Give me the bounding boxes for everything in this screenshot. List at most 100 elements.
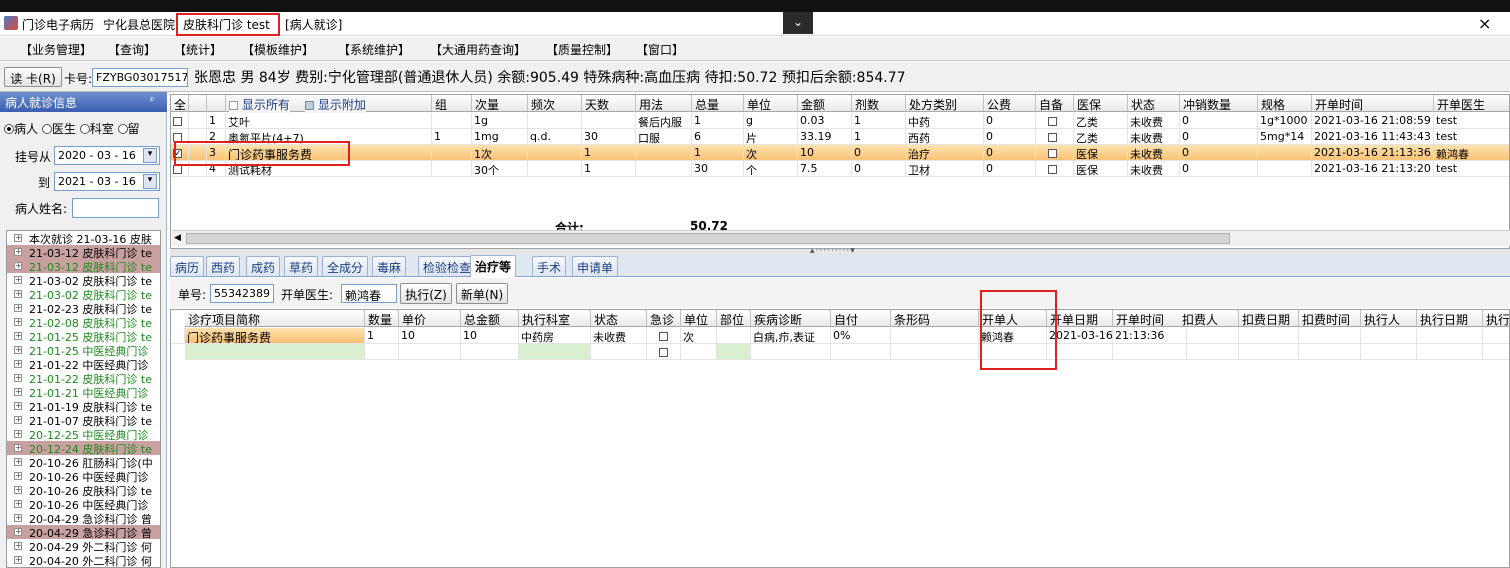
expand-icon[interactable]: + <box>14 416 22 424</box>
tab-request[interactable]: 申请单 <box>572 256 619 276</box>
visit-tree-item[interactable]: +20-10-26 皮肤科门诊 te <box>7 483 160 497</box>
treatment-new-cell[interactable] <box>1047 344 1113 360</box>
col-unit-price[interactable]: 单价 <box>399 310 461 327</box>
execute-button[interactable]: 执行(Z) <box>400 283 452 304</box>
dropdown-button[interactable]: ⌄ <box>783 12 813 34</box>
expand-icon[interactable]: + <box>14 486 22 494</box>
radio-stay[interactable]: 留 <box>117 122 140 136</box>
expand-icon[interactable]: + <box>14 514 22 522</box>
col-usage[interactable]: 用法 <box>636 95 692 112</box>
row-select-checkbox[interactable] <box>171 113 189 129</box>
treatment-new-cell[interactable] <box>461 344 519 360</box>
visit-tree-item[interactable]: +21-03-02 皮肤科门诊 te <box>7 287 160 301</box>
tab-herbal[interactable]: 草药 <box>284 256 319 276</box>
close-icon[interactable]: × <box>1478 14 1491 33</box>
treatment-new-cell[interactable] <box>1113 344 1187 360</box>
expand-icon[interactable]: + <box>14 276 22 284</box>
col-total-qty[interactable]: 总量 <box>692 95 744 112</box>
expand-icon[interactable]: + <box>14 248 22 256</box>
visit-tree-item[interactable]: +20-12-25 中医经典门诊 <box>7 427 160 441</box>
expand-icon[interactable]: + <box>14 430 22 438</box>
visit-tree-item[interactable]: +20-10-26 中医经典门诊 <box>7 497 160 511</box>
prescription-row[interactable]: 2 奥氮平片(4+7) 1 1mg q.d. 30 口服 6 片 33.19 1 西药 0 乙类 未收费 0 5… <box>171 129 1509 145</box>
radio-patient[interactable]: 病人 <box>4 122 38 136</box>
self-provided-checkbox[interactable] <box>1036 161 1074 177</box>
col-public-fee[interactable]: 公费 <box>984 95 1036 112</box>
treatment-new-cell[interactable] <box>519 344 591 360</box>
radio-dept[interactable]: 科室 <box>79 122 114 136</box>
expand-icon[interactable]: + <box>14 360 22 368</box>
expand-icon[interactable]: + <box>14 444 22 452</box>
treatment-new-cell[interactable] <box>1361 344 1417 360</box>
visit-tree-item[interactable]: +20-12-24 皮肤科门诊 te <box>7 441 160 455</box>
expand-icon[interactable]: + <box>14 234 22 242</box>
visit-tree-item[interactable]: +21-01-21 中医经典门诊 <box>7 385 160 399</box>
expand-icon[interactable]: + <box>14 388 22 396</box>
visit-tree-item[interactable]: +20-04-29 急诊科门诊 曾 <box>7 525 160 539</box>
col-order-time[interactable]: 开单时间 <box>1312 95 1434 112</box>
col-charge-person[interactable]: 扣费人 <box>1179 310 1239 327</box>
visit-tree-item[interactable]: +21-01-07 皮肤科门诊 te <box>7 413 160 427</box>
col-self-provided[interactable]: 自备 <box>1036 95 1074 112</box>
col-insurance[interactable]: 医保 <box>1074 95 1128 112</box>
treatment-new-cell[interactable] <box>891 344 979 360</box>
visit-tree-item[interactable]: +21-02-23 皮肤科门诊 te <box>7 301 160 315</box>
visit-tree-item[interactable]: +21-01-25 皮肤科门诊 te <box>7 329 160 343</box>
tab-medical-record[interactable]: 病历 <box>170 256 205 276</box>
col-select-all[interactable]: 全 <box>171 95 189 112</box>
col-spec[interactable]: 规格 <box>1258 95 1312 112</box>
col-amount[interactable]: 金额 <box>798 95 852 112</box>
urgent-checkbox[interactable] <box>647 328 681 344</box>
col-diagnosis[interactable]: 疾病诊断 <box>751 310 831 327</box>
col-total[interactable]: 总金额 <box>461 310 519 327</box>
treatment-new-cell[interactable] <box>399 344 461 360</box>
col-barcode[interactable]: 条形码 <box>891 310 979 327</box>
expand-icon[interactable]: + <box>14 374 22 382</box>
expand-icon[interactable]: + <box>14 528 22 536</box>
col-reversal-qty[interactable]: 冲销数量 <box>1180 95 1258 112</box>
col-order-date[interactable]: 开单日期 <box>1047 310 1113 327</box>
expand-icon[interactable]: + <box>14 290 22 298</box>
treatment-new-cell[interactable] <box>681 344 717 360</box>
visit-tree-item[interactable]: +20-10-26 肛肠科门诊(中 <box>7 455 160 469</box>
expand-icon[interactable]: + <box>14 346 22 354</box>
patient-name-input[interactable] <box>72 198 159 218</box>
tab-surgery[interactable]: 手术 <box>532 256 567 276</box>
expand-icon[interactable]: + <box>14 304 22 312</box>
menu-business[interactable]: 【业务管理】 <box>20 41 92 58</box>
row-select-checkbox[interactable]: ✓ <box>171 145 189 161</box>
treatment-new-cell[interactable] <box>365 344 399 360</box>
card-number-field[interactable]: FZYBG03017517 <box>92 68 188 87</box>
treatment-new-cell[interactable] <box>1483 344 1509 360</box>
menu-template[interactable]: 【模板维护】 <box>242 41 314 58</box>
visit-tree-item[interactable]: +20-04-29 外二科门诊 何 <box>7 539 160 553</box>
menu-system[interactable]: 【系统维护】 <box>338 41 410 58</box>
col-dose[interactable]: 次量 <box>472 95 528 112</box>
read-card-button[interactable]: 读 卡(R) <box>4 67 62 87</box>
treatment-new-cell[interactable] <box>717 344 751 360</box>
col-qty[interactable]: 数量 <box>365 310 399 327</box>
col-frequency[interactable]: 频次 <box>528 95 582 112</box>
menu-quality[interactable]: 【质量控制】 <box>546 41 618 58</box>
col-group[interactable]: 组 <box>432 95 472 112</box>
col-status[interactable]: 状态 <box>591 310 647 327</box>
col-order-time[interactable]: 开单时间 <box>1113 310 1187 327</box>
prescription-row[interactable]: 4 测试耗材 30个 1 30 个 7.5 0 卫材 0 医保 未收费 0 2021-03-16 21:1… <box>171 161 1509 177</box>
expand-icon[interactable]: + <box>14 556 22 564</box>
treatment-new-cell[interactable] <box>591 344 647 360</box>
col-item-name[interactable]: 诊疗项目简称 <box>185 310 365 327</box>
prescription-row[interactable]: ✓ 3 门诊药事服务费 1次 1 1 次 10 0 治疗 0 医保 未收费 0 2021-03-16 21:… <box>171 145 1509 161</box>
col-exec[interactable]: 执行 <box>1483 310 1509 327</box>
treatment-row[interactable]: 门诊药事服务费 1 10 10 中药房 未收费次白病,疖,表证 0% 赖鸿春 2021-03-1… <box>171 328 1509 344</box>
tab-patent-drug[interactable]: 成药 <box>246 256 281 276</box>
col-urgent[interactable]: 急诊 <box>647 310 681 327</box>
visit-tree-item[interactable]: +21-02-08 皮肤科门诊 te <box>7 315 160 329</box>
visit-tree-item[interactable]: +21-01-22 中医经典门诊 <box>7 357 160 371</box>
treatment-new-cell[interactable] <box>1239 344 1299 360</box>
visit-tree-item[interactable]: +20-04-20 外二科门诊 何 <box>7 553 160 567</box>
radio-doctor[interactable]: 医生 <box>41 122 76 136</box>
pin-icon[interactable]: ᵖ <box>150 94 155 107</box>
scrollbar-thumb[interactable] <box>186 233 1230 244</box>
prescription-row[interactable]: 1 艾叶 1g 餐后内服 1 g 0.03 1 中药 0 乙类 未收费 0 1g*1000 2021-03-… <box>171 113 1509 129</box>
col-unit[interactable]: 单位 <box>744 95 798 112</box>
